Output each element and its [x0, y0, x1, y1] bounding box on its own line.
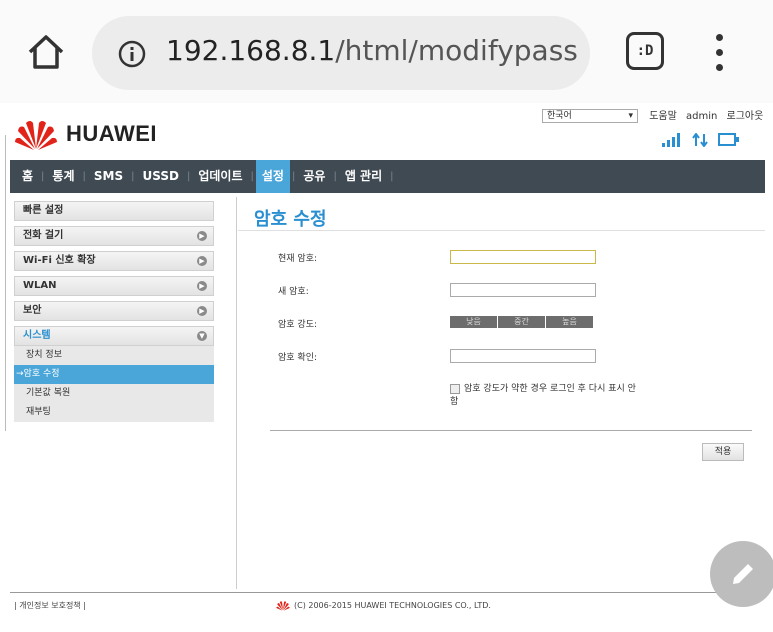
main-nav: 홈 | 통계 | SMS | USSD | 업데이트 | 설정 | 공유 | 앱 관리 | — [10, 160, 765, 193]
sidebar-item-wlan[interactable]: WLAN ▶ — [14, 276, 214, 296]
new-password-input[interactable] — [450, 283, 596, 297]
apply-button[interactable]: 적용 — [702, 443, 744, 461]
sidebar-item-quick-setup[interactable]: 빠른 설정 — [14, 201, 214, 221]
sidebar-item-label: 전화 걸기 — [23, 230, 64, 241]
sidebar-item-security[interactable]: 보안 ▶ — [14, 301, 214, 321]
form-divider — [270, 430, 752, 431]
nav-home[interactable]: 홈 — [16, 160, 39, 193]
nav-ussd[interactable]: USSD — [137, 160, 185, 193]
home-icon[interactable] — [24, 30, 68, 74]
chevron-down-icon: ▼ — [197, 331, 207, 341]
strength-medium: 중간 — [498, 316, 545, 328]
copyright: (C) 2006-2015 HUAWEI TECHNOLOGIES CO., L… — [276, 600, 491, 611]
pencil-icon — [733, 564, 753, 584]
address-bar[interactable]: 192.168.8.1/html/modifypass — [92, 16, 590, 90]
logout-link[interactable]: 로그아웃 — [727, 111, 764, 122]
url-host: 192.168.8.1 — [166, 34, 336, 67]
sidebar-item-label: 보안 — [23, 305, 42, 316]
current-password-input[interactable] — [450, 250, 596, 264]
content-divider — [236, 197, 237, 589]
confirm-password-label: 암호 확인: — [278, 353, 318, 363]
nav-statistics[interactable]: 통계 — [46, 160, 80, 193]
browser-toolbar: 192.168.8.1/html/modifypass :D — [0, 0, 773, 103]
user-name: admin — [685, 111, 718, 122]
footer-divider — [10, 592, 765, 593]
strength-high: 높음 — [546, 316, 593, 328]
router-page: 한국어 도움말 admin 로그아웃 HUAWEI 홈| 통계| SMS| US… — [0, 103, 773, 632]
page-title: 암호 수정 — [254, 209, 327, 230]
sidebar-item-wifi-extender[interactable]: Wi-Fi 신호 확장 ▶ — [14, 251, 214, 271]
sidebar-item-label: 빠른 설정 — [23, 205, 64, 216]
password-strength-meter: 낮음 중간 높음 — [450, 316, 594, 328]
tab-switcher-button[interactable]: :D — [626, 32, 664, 70]
chevron-right-icon: ▶ — [197, 256, 207, 266]
status-icons — [662, 133, 740, 147]
edit-fab-button[interactable] — [710, 541, 773, 607]
sidebar-item-label: 시스템 — [23, 330, 51, 341]
nav-sms[interactable]: SMS — [88, 160, 129, 193]
device-icon — [718, 133, 739, 146]
brand-name: HUAWEI — [66, 121, 157, 146]
sidebar-item-label: WLAN — [23, 280, 57, 291]
top-links: 한국어 도움말 admin 로그아웃 — [542, 107, 763, 123]
chevron-right-icon: ▶ — [197, 231, 207, 241]
confirm-password-input[interactable] — [450, 349, 596, 363]
help-link[interactable]: 도움말 — [649, 111, 677, 122]
nav-settings[interactable]: 설정 — [255, 160, 290, 193]
privacy-policy-link[interactable]: | 개인정보 보호정책 | — [14, 600, 86, 611]
password-strength-label: 암호 강도: — [278, 320, 318, 330]
dont-show-again-text: 암호 강도가 약한 경우 로그인 후 다시 표시 안 함 — [450, 384, 636, 407]
info-icon[interactable] — [118, 40, 146, 68]
signal-icon — [662, 133, 680, 147]
nav-app-management[interactable]: 앱 관리 — [339, 160, 388, 193]
current-password-label: 현재 암호: — [278, 254, 318, 264]
data-transfer-icon — [692, 133, 708, 147]
sidebar-item-system[interactable]: 시스템 ▼ — [14, 326, 214, 346]
submenu-modify-password[interactable]: →암호 수정 — [14, 365, 214, 384]
url-path: /html/modifypass — [335, 34, 578, 67]
huawei-small-logo-icon — [276, 601, 290, 611]
submenu-restore-defaults[interactable]: 기본값 복원 — [14, 384, 214, 403]
huawei-logo: HUAWEI — [14, 117, 157, 151]
chevron-right-icon: ▶ — [197, 306, 207, 316]
url-text[interactable]: 192.168.8.1/html/modifypass — [166, 34, 578, 67]
submenu-device-info[interactable]: 장치 정보 — [14, 346, 214, 365]
more-menu-icon[interactable] — [708, 34, 732, 74]
dont-show-again-option: 암호 강도가 약한 경우 로그인 후 다시 표시 안 함 — [450, 383, 640, 409]
submenu-reboot[interactable]: 재부팅 — [14, 403, 214, 422]
sidebar-item-label: Wi-Fi 신호 확장 — [23, 255, 96, 266]
dont-show-again-checkbox[interactable] — [450, 383, 460, 394]
chevron-right-icon: ▶ — [197, 281, 207, 291]
copyright-text: (C) 2006-2015 HUAWEI TECHNOLOGIES CO., L… — [294, 601, 491, 610]
new-password-label: 새 암호: — [278, 287, 309, 297]
nav-share[interactable]: 공유 — [297, 160, 331, 193]
strength-low: 낮음 — [450, 316, 497, 328]
system-submenu: 장치 정보 →암호 수정 기본값 복원 재부팅 — [14, 346, 214, 422]
page-edge — [0, 135, 6, 431]
sidebar: 빠른 설정 전화 걸기 ▶ Wi-Fi 신호 확장 ▶ WLAN ▶ 보안 ▶ 시스템 ▼… — [14, 201, 214, 422]
huawei-logo-icon — [15, 121, 57, 150]
sidebar-item-dial[interactable]: 전화 걸기 ▶ — [14, 226, 214, 246]
title-divider — [238, 230, 765, 231]
nav-update[interactable]: 업데이트 — [192, 160, 248, 193]
language-select[interactable]: 한국어 — [542, 109, 638, 123]
